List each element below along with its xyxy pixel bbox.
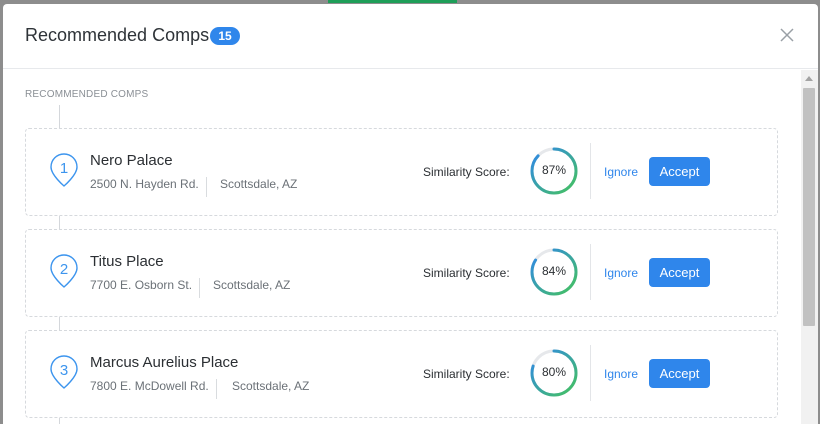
- scroll-up-arrow-icon[interactable]: [805, 76, 813, 81]
- comp-street: 7700 E. Osborn St.: [90, 278, 201, 298]
- recommended-comps-modal: Recommended Comps 15 RECOMMENDED COMPS 1…: [3, 4, 818, 424]
- similarity-score-value: 84%: [541, 264, 567, 278]
- background-active-tab: [328, 0, 457, 3]
- comp-name: Titus Place: [90, 253, 164, 270]
- similarity-score-label: Similarity Score:: [423, 165, 510, 179]
- comp-card: 1 Nero Palace 2500 N. Hayden Rd. Scottsd…: [25, 128, 778, 216]
- similarity-score-value: 80%: [541, 365, 567, 379]
- count-badge: 15: [210, 27, 240, 45]
- scroll-thumb[interactable]: [803, 88, 815, 326]
- vertical-scrollbar[interactable]: [801, 70, 818, 424]
- similarity-score-value: 87%: [541, 163, 567, 177]
- accept-button[interactable]: Accept: [649, 157, 710, 186]
- comp-card: 2 Titus Place 7700 E. Osborn St. Scottsd…: [25, 229, 778, 317]
- comp-number: 2: [59, 261, 69, 278]
- comp-city: Scottsdale, AZ: [232, 379, 310, 393]
- comp-city: Scottsdale, AZ: [213, 278, 291, 292]
- accept-button[interactable]: Accept: [649, 359, 710, 388]
- comp-street: 7800 E. McDowell Rd.: [90, 379, 217, 399]
- ignore-button[interactable]: Ignore: [600, 266, 642, 280]
- action-divider: [590, 345, 591, 401]
- comp-name: Marcus Aurelius Place: [90, 354, 239, 371]
- comp-name: Nero Palace: [90, 152, 173, 169]
- comp-street: 2500 N. Hayden Rd.: [90, 177, 207, 197]
- action-divider: [590, 143, 591, 199]
- modal-header: Recommended Comps 15: [3, 4, 818, 69]
- close-icon[interactable]: [776, 24, 798, 46]
- accept-button[interactable]: Accept: [649, 258, 710, 287]
- ignore-button[interactable]: Ignore: [600, 165, 642, 179]
- ignore-button[interactable]: Ignore: [600, 367, 642, 381]
- similarity-score-label: Similarity Score:: [423, 367, 510, 381]
- comp-card: 3 Marcus Aurelius Place 7800 E. McDowell…: [25, 330, 778, 418]
- section-label: RECOMMENDED COMPS: [25, 89, 149, 100]
- similarity-score-label: Similarity Score:: [423, 266, 510, 280]
- comp-city: Scottsdale, AZ: [220, 177, 298, 191]
- modal-title: Recommended Comps: [25, 25, 210, 45]
- comp-number: 3: [59, 362, 69, 379]
- comp-number: 1: [59, 160, 69, 177]
- action-divider: [590, 244, 591, 300]
